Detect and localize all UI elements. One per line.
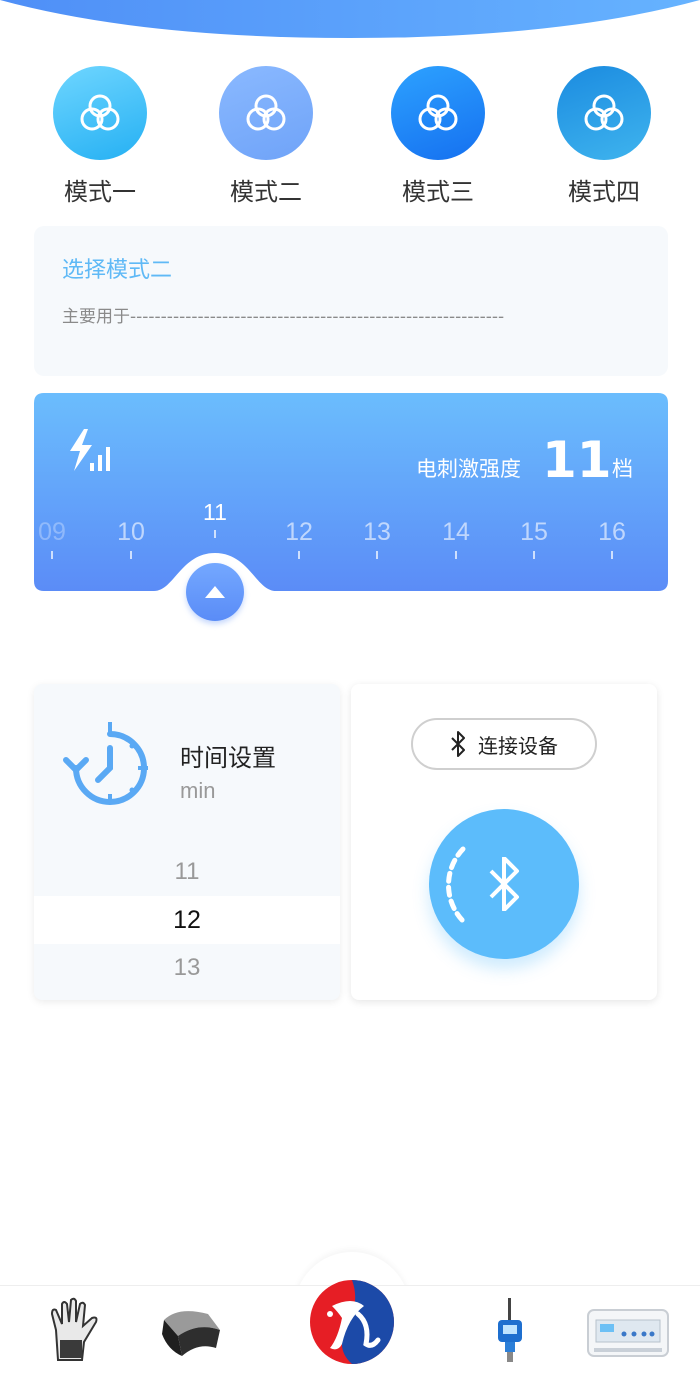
three-circles-icon — [557, 66, 651, 160]
bluetooth-card: 连接设备 — [351, 684, 657, 1000]
three-circles-icon — [391, 66, 485, 160]
intensity-card: 电刺激强度 11 档 09 10 11 12 13 14 15 16 — [34, 393, 668, 621]
sensor-probe-icon[interactable] — [492, 1296, 528, 1368]
mode-2-label: 模式二 — [230, 178, 302, 206]
mode-1-button[interactable]: 模式一 — [40, 66, 160, 207]
signal-strength-icon — [66, 427, 116, 481]
triangle-up-icon — [205, 586, 225, 598]
time-option[interactable]: 13 — [34, 944, 340, 992]
connect-device-label: 连接设备 — [478, 733, 558, 758]
intensity-label: 电刺激强度 — [416, 457, 521, 481]
mode-3-button[interactable]: 模式三 — [378, 66, 498, 207]
mode-description-card: 选择模式二 主要用于------------------------------… — [34, 226, 668, 376]
wrap-band-icon[interactable] — [158, 1300, 224, 1364]
mode-3-label: 模式三 — [402, 178, 474, 206]
loading-arc-icon — [446, 846, 466, 924]
three-circles-icon — [53, 66, 147, 160]
connect-device-button[interactable]: 连接设备 — [411, 718, 597, 770]
time-option[interactable]: 11 — [34, 848, 340, 896]
time-picker[interactable]: 11 12 13 — [34, 848, 340, 992]
ruler-tick[interactable]: 14 — [426, 518, 486, 559]
stimulator-device-icon[interactable] — [586, 1306, 670, 1364]
mode-description-text: 主要用于------------------------------------… — [62, 307, 505, 327]
mode-4-button[interactable]: 模式四 — [544, 66, 664, 207]
bluetooth-toggle-button[interactable] — [429, 809, 579, 959]
intensity-value: 11 — [542, 431, 612, 489]
ruler-tick[interactable]: 16 — [582, 518, 642, 559]
mode-2-button[interactable]: 模式二 — [206, 66, 326, 207]
intensity-slider-knob[interactable] — [186, 563, 244, 621]
header-wave — [0, 0, 700, 38]
time-setting-card: 时间设置 min 11 12 13 — [34, 684, 340, 1000]
mode-selector: 模式一 模式二 模式三 模式四 — [0, 66, 700, 206]
timer-clock-icon — [62, 720, 158, 810]
brand-logo-icon[interactable] — [308, 1278, 396, 1370]
intensity-ruler[interactable]: 09 10 11 12 13 14 15 16 — [34, 493, 668, 573]
ruler-tick[interactable]: 15 — [504, 518, 564, 559]
ruler-tick[interactable]: 09 — [22, 518, 82, 559]
time-unit-label: min — [180, 778, 216, 803]
glove-icon[interactable] — [48, 1296, 102, 1366]
three-circles-icon — [219, 66, 313, 160]
selected-mode-title: 选择模式二 — [62, 258, 173, 283]
ruler-tick[interactable]: 13 — [347, 518, 407, 559]
time-setting-title: 时间设置 — [180, 744, 276, 772]
intensity-unit: 档 — [612, 457, 633, 481]
ruler-tick[interactable]: 10 — [101, 518, 161, 559]
ruler-tick[interactable]: 12 — [269, 518, 329, 559]
time-option-selected[interactable]: 12 — [34, 896, 340, 944]
ruler-tick-current[interactable]: 11 — [185, 499, 245, 538]
mode-4-label: 模式四 — [568, 178, 640, 206]
mode-1-label: 模式一 — [64, 178, 136, 206]
bluetooth-icon — [451, 731, 465, 757]
